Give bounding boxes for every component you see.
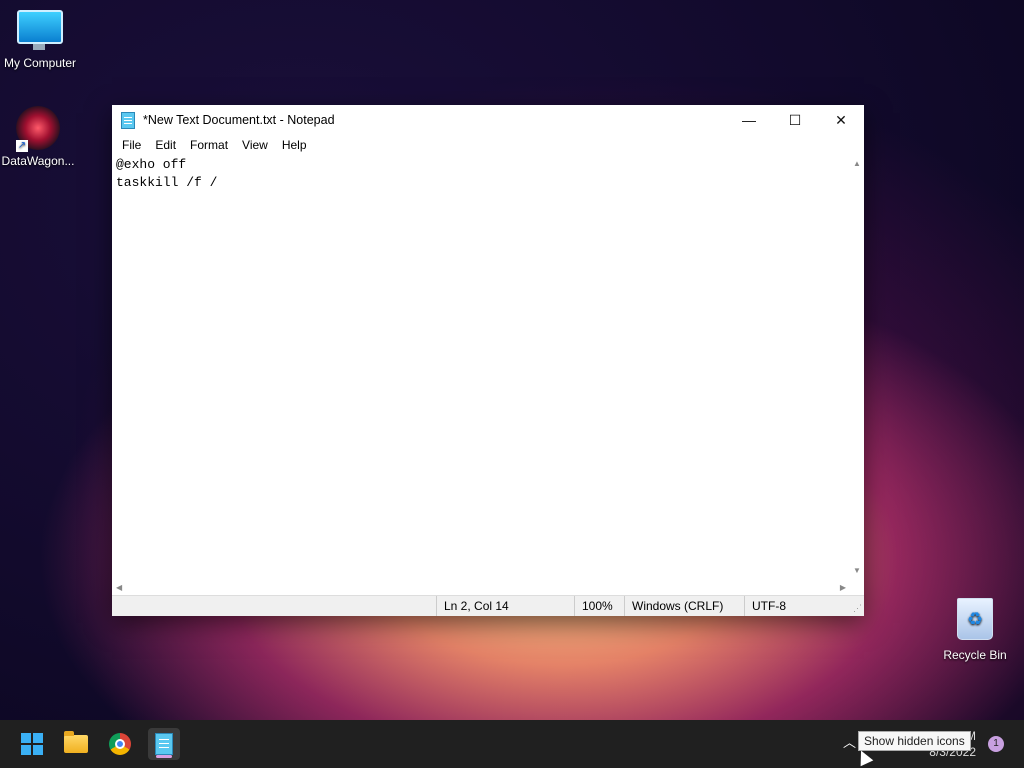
chevron-up-icon[interactable]: ︿ <box>843 732 856 751</box>
chrome-icon <box>109 733 131 755</box>
resize-grip-icon[interactable]: ⋰ <box>853 603 862 614</box>
menu-view[interactable]: View <box>235 138 275 152</box>
window-title: *New Text Document.txt - Notepad <box>143 113 335 127</box>
desktop-icon-label: My Computer <box>3 56 77 70</box>
menu-bar: File Edit Format View Help <box>112 135 864 155</box>
horizontal-scrollbar[interactable]: ◀ ▶ <box>112 579 850 595</box>
active-indicator <box>156 755 172 758</box>
close-button[interactable]: ✕ <box>818 105 864 135</box>
notification-badge[interactable]: 1 <box>988 736 1004 752</box>
status-zoom: 100% <box>574 596 624 616</box>
scroll-left-icon[interactable]: ◀ <box>116 583 122 592</box>
recycle-bin-icon: ♻ <box>957 598 993 640</box>
menu-file[interactable]: File <box>115 138 148 152</box>
vertical-scrollbar[interactable]: ▲ ▼ <box>850 155 864 579</box>
desktop-icon-datawagon[interactable]: ↗ DataWagon... <box>0 106 78 168</box>
desktop-icon-label: DataWagon... <box>1 154 75 168</box>
datawagon-logo-icon: ↗ <box>16 106 60 152</box>
folder-icon <box>64 731 88 753</box>
tooltip: Show hidden icons <box>858 731 971 751</box>
status-encoding: UTF-8 <box>744 596 844 616</box>
status-bar: Ln 2, Col 14 100% Windows (CRLF) UTF-8 ⋰ <box>112 595 864 616</box>
desktop-icon-label: Recycle Bin <box>943 648 1007 662</box>
menu-help[interactable]: Help <box>275 138 314 152</box>
scroll-down-icon[interactable]: ▼ <box>853 566 861 575</box>
computer-icon <box>17 10 63 50</box>
scroll-right-icon[interactable]: ▶ <box>840 583 846 592</box>
minimize-button[interactable]: — <box>726 105 772 135</box>
notepad-window: *New Text Document.txt - Notepad — ☐ ✕ F… <box>112 105 864 616</box>
desktop-icon-my-computer[interactable]: My Computer <box>0 10 80 70</box>
notepad-taskbar-button[interactable] <box>148 728 180 760</box>
status-line-endings: Windows (CRLF) <box>624 596 744 616</box>
file-explorer-button[interactable] <box>60 728 92 760</box>
menu-edit[interactable]: Edit <box>148 138 183 152</box>
chrome-button[interactable] <box>104 728 136 760</box>
status-cursor-position: Ln 2, Col 14 <box>436 596 574 616</box>
text-editor[interactable]: @exho off taskkill /f / <box>112 155 850 579</box>
notepad-icon <box>121 111 135 129</box>
shortcut-arrow-icon: ↗ <box>16 140 28 152</box>
maximize-button[interactable]: ☐ <box>772 105 818 135</box>
windows-logo-icon <box>21 733 43 755</box>
start-button[interactable] <box>16 728 48 760</box>
title-bar[interactable]: *New Text Document.txt - Notepad — ☐ ✕ <box>112 105 864 135</box>
menu-format[interactable]: Format <box>183 138 235 152</box>
notepad-icon <box>155 733 173 755</box>
desktop-icon-recycle-bin[interactable]: ♻ Recycle Bin <box>935 598 1015 662</box>
scroll-up-icon[interactable]: ▲ <box>853 159 861 168</box>
